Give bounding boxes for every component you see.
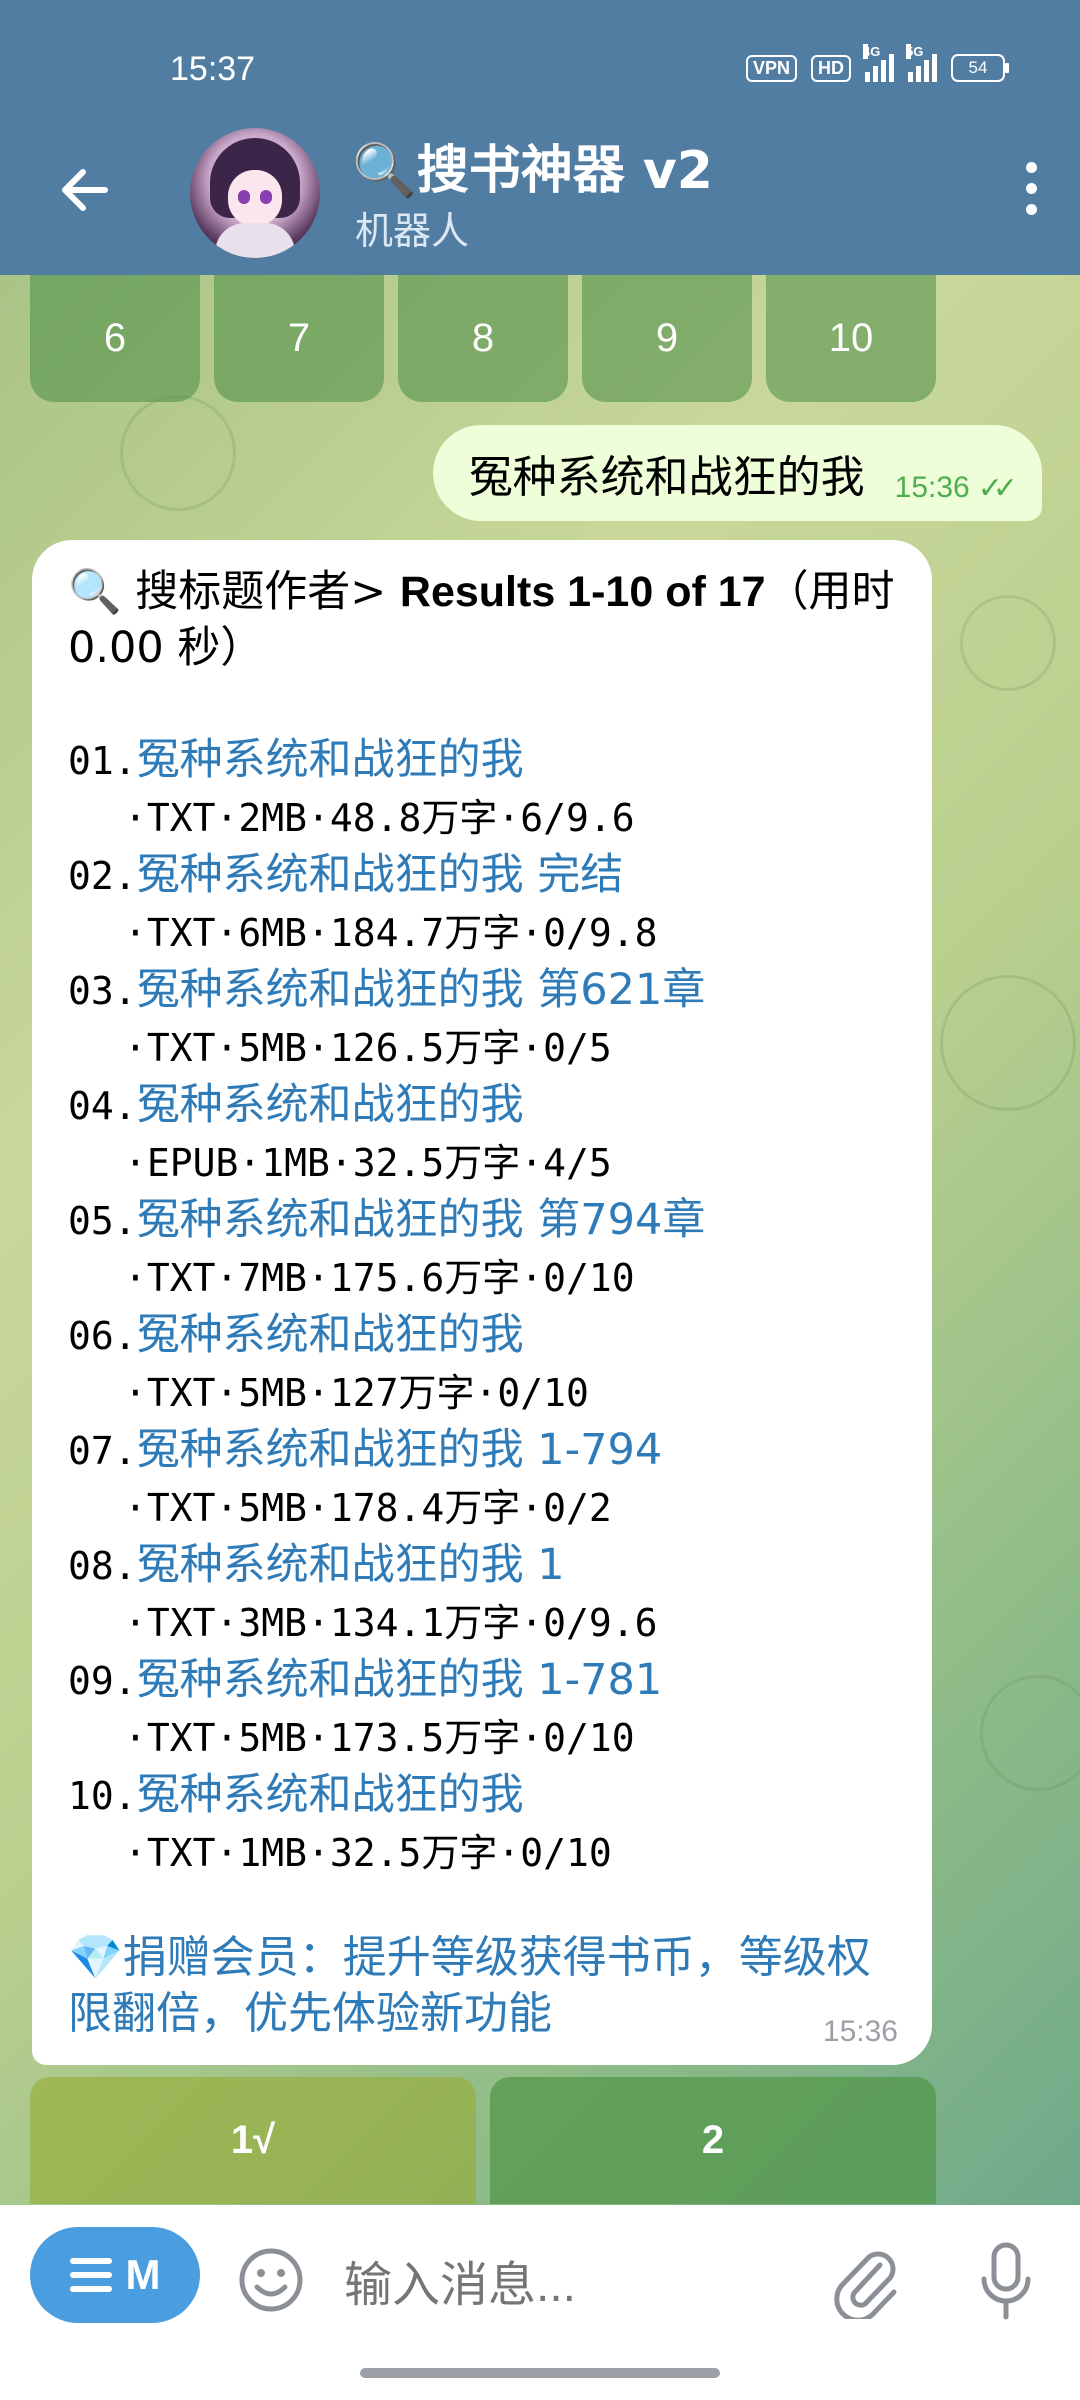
result-link[interactable]: 冤种系统和战狂的我: [137, 1080, 524, 1130]
chat-subtitle: 机器人: [355, 209, 470, 253]
result-meta: ·TXT·5MB·126.5万字·0/5: [124, 1026, 612, 1070]
result-link[interactable]: 冤种系统和战狂的我 1: [137, 1540, 565, 1590]
result-item: 09.冤种系统和战狂的我 1-781 ·TXT·5MB·173.5万字·0/10: [68, 1652, 898, 1767]
outgoing-message[interactable]: 冤种系统和战狂的我 15:36 ✓✓: [432, 425, 1042, 521]
bot-menu-button[interactable]: M: [30, 2227, 200, 2323]
attach-icon[interactable]: [828, 2243, 900, 2319]
result-link[interactable]: 冤种系统和战狂的我: [137, 735, 524, 785]
result-link[interactable]: 冤种系统和战狂的我 完结: [137, 850, 624, 900]
result-meta: ·TXT·7MB·175.6万字·0/10: [124, 1256, 635, 1300]
result-meta: ·TXT·5MB·173.5万字·0/10: [124, 1716, 635, 1760]
read-ticks-icon: ✓✓: [977, 470, 1018, 506]
app-header: 15:37 VPN HD 4G 5G 54 🔍搜书神器 v2 机器人: [0, 0, 1080, 275]
result-meta: ·TXT·6MB·184.7万字·0/9.8: [124, 911, 658, 955]
result-link[interactable]: 冤种系统和战狂的我: [137, 1310, 524, 1360]
result-item: 05.冤种系统和战狂的我 第794章 ·TXT·7MB·175.6万字·0/10: [68, 1192, 898, 1307]
result-link[interactable]: 冤种系统和战狂的我 第621章: [137, 965, 706, 1015]
more-menu-icon[interactable]: [1022, 162, 1040, 218]
page-button-10[interactable]: 10: [766, 275, 936, 402]
status-icons: VPN HD 4G 5G 54: [745, 44, 1009, 82]
emoji-icon[interactable]: [238, 2247, 304, 2313]
incoming-message: 🔍 搜标题作者> Results 1-10 of 17（用时 0.00 秒） 0…: [32, 540, 932, 2065]
bot-avatar[interactable]: [190, 128, 320, 258]
result-meta: ·TXT·2MB·48.8万字·6/9.6: [124, 796, 635, 840]
signal-4g-icon: 4G: [863, 44, 894, 82]
hd-badge: HD: [811, 54, 851, 82]
outgoing-text: 冤种系统和战狂的我: [468, 452, 865, 503]
result-meta: ·EPUB·1MB·32.5万字·4/5: [124, 1141, 612, 1185]
page-button-6[interactable]: 6: [30, 275, 200, 402]
home-indicator[interactable]: [360, 2368, 720, 2378]
page-button-1[interactable]: 1√: [30, 2077, 476, 2204]
result-item: 10.冤种系统和战狂的我 ·TXT·1MB·32.5万字·0/10: [68, 1767, 898, 1882]
result-meta: ·TXT·5MB·178.4万字·0/2: [124, 1486, 612, 1530]
outgoing-time: 15:36: [894, 471, 970, 504]
result-item: 02.冤种系统和战狂的我 完结 ·TXT·6MB·184.7万字·0/9.8: [68, 847, 898, 962]
result-item: 04.冤种系统和战狂的我 ·EPUB·1MB·32.5万字·4/5: [68, 1077, 898, 1192]
signal-5g-icon: 5G: [906, 44, 937, 82]
inline-keyboard-pager: 1√ 2: [30, 2077, 936, 2204]
inline-keyboard-pages: 6 7 8 9 10: [30, 275, 936, 402]
status-time: 15:37: [170, 50, 256, 88]
donate-link[interactable]: 💎捐赠会员：提升等级获得书币，等级权限翻倍，优先体验新功能: [68, 1930, 898, 2042]
results-list: 01.冤种系统和战狂的我 ·TXT·2MB·48.8万字·6/9.6 02.冤种…: [68, 732, 898, 1882]
page-button-2[interactable]: 2: [490, 2077, 936, 2204]
page-button-9[interactable]: 9: [582, 275, 752, 402]
result-item: 06.冤种系统和战狂的我 ·TXT·5MB·127万字·0/10: [68, 1307, 898, 1422]
result-meta: ·TXT·1MB·32.5万字·0/10: [124, 1831, 612, 1875]
result-link[interactable]: 冤种系统和战狂的我: [137, 1770, 524, 1820]
back-arrow-icon[interactable]: [55, 160, 115, 220]
chat-title[interactable]: 🔍搜书神器 v2: [352, 128, 713, 203]
incoming-time: 15:36: [822, 2015, 898, 2048]
result-link[interactable]: 冤种系统和战狂的我 1-794: [137, 1425, 663, 1475]
result-link[interactable]: 冤种系统和战狂的我 1-781: [137, 1655, 663, 1705]
results-header: 🔍 搜标题作者> Results 1-10 of 17（用时 0.00 秒）: [68, 567, 895, 673]
message-input[interactable]: [342, 2249, 796, 2321]
result-item: 08.冤种系统和战狂的我 1 ·TXT·3MB·134.1万字·0/9.6: [68, 1537, 898, 1652]
result-item: 07.冤种系统和战狂的我 1-794 ·TXT·5MB·178.4万字·0/2: [68, 1422, 898, 1537]
result-meta: ·TXT·3MB·134.1万字·0/9.6: [124, 1601, 658, 1645]
microphone-icon[interactable]: [976, 2241, 1036, 2321]
page-button-8[interactable]: 8: [398, 275, 568, 402]
page-button-7[interactable]: 7: [214, 275, 384, 402]
vpn-badge: VPN: [745, 54, 797, 82]
result-meta: ·TXT·5MB·127万字·0/10: [124, 1371, 589, 1415]
menu-label: M: [125, 2251, 161, 2298]
battery-icon: 54: [951, 54, 1009, 82]
hamburger-icon: [69, 2250, 112, 2300]
result-item: 01.冤种系统和战狂的我 ·TXT·2MB·48.8万字·6/9.6: [68, 732, 898, 847]
result-link[interactable]: 冤种系统和战狂的我 第794章: [137, 1195, 706, 1245]
result-item: 03.冤种系统和战狂的我 第621章 ·TXT·5MB·126.5万字·0/5: [68, 962, 898, 1077]
